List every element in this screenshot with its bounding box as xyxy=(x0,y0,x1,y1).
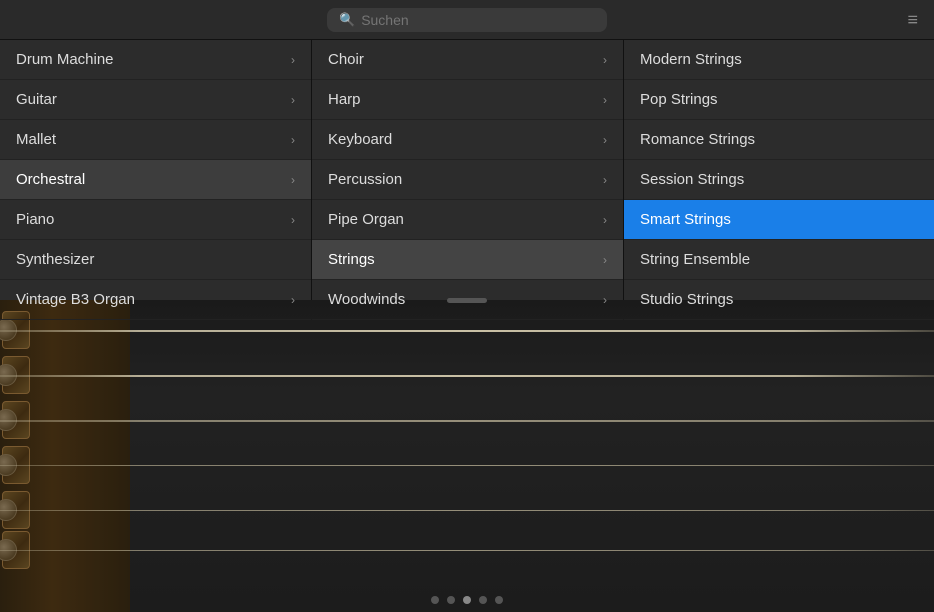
col2-item[interactable]: Choir › xyxy=(312,40,623,80)
search-icon: 🔍 xyxy=(339,12,355,28)
page-dot[interactable] xyxy=(463,596,471,604)
col2-menu: Choir›Harp›Keyboard›Percussion›Pipe Orga… xyxy=(312,40,624,300)
menu-overlay: Drum Machine›Guitar›Mallet›Orchestral›Pi… xyxy=(0,40,934,300)
search-bar: 🔍 ≡ xyxy=(0,0,934,40)
col3-item[interactable]: Smart Strings xyxy=(624,200,934,240)
chevron-icon: › xyxy=(603,213,607,227)
col1-item-label: Orchestral xyxy=(16,171,85,188)
chevron-icon: › xyxy=(291,133,295,147)
col1-item-label: Guitar xyxy=(16,91,57,108)
col3-item-label: Smart Strings xyxy=(640,211,731,228)
chevron-icon: › xyxy=(291,213,295,227)
col3-item[interactable]: String Ensemble xyxy=(624,240,934,280)
chevron-icon: › xyxy=(291,293,295,307)
drag-handle[interactable] xyxy=(447,298,487,303)
col1-item[interactable]: Drum Machine › xyxy=(0,40,311,80)
col3-menu: Modern Strings Pop Strings Romance Strings… xyxy=(624,40,934,300)
col3-item[interactable]: Studio Strings xyxy=(624,280,934,320)
col2-item-label: Keyboard xyxy=(328,131,392,148)
col3-item-label: String Ensemble xyxy=(640,251,750,268)
col3-item-label: Modern Strings xyxy=(640,51,742,68)
string-line xyxy=(0,375,934,377)
chevron-icon: › xyxy=(291,53,295,67)
col1-item-label: Vintage B3 Organ xyxy=(16,291,135,308)
string-line xyxy=(0,330,934,332)
menu-icon[interactable]: ≡ xyxy=(907,9,918,30)
col3-item[interactable]: Session Strings xyxy=(624,160,934,200)
col2-item[interactable]: Pipe Organ › xyxy=(312,200,623,240)
col1-item[interactable]: Orchestral › xyxy=(0,160,311,200)
col1-item-label: Synthesizer xyxy=(16,251,94,268)
string-line xyxy=(0,420,934,422)
col1-menu: Drum Machine›Guitar›Mallet›Orchestral›Pi… xyxy=(0,40,312,300)
chevron-icon: › xyxy=(603,93,607,107)
col3-item-label: Session Strings xyxy=(640,171,744,188)
col1-item[interactable]: Vintage B3 Organ › xyxy=(0,280,311,320)
col1-item[interactable]: Piano › xyxy=(0,200,311,240)
chevron-icon: › xyxy=(603,133,607,147)
page-dot[interactable] xyxy=(431,596,439,604)
col2-item[interactable]: Percussion › xyxy=(312,160,623,200)
col1-item-label: Drum Machine xyxy=(16,51,114,68)
col2-item[interactable]: Strings › xyxy=(312,240,623,280)
chevron-icon: › xyxy=(291,173,295,187)
col2-item-label: Percussion xyxy=(328,171,402,188)
col2-item[interactable]: Keyboard › xyxy=(312,120,623,160)
col1-item-label: Piano xyxy=(16,211,54,228)
string-line xyxy=(0,465,934,466)
page-dot[interactable] xyxy=(479,596,487,604)
col3-item[interactable]: Romance Strings xyxy=(624,120,934,160)
col2-item-label: Pipe Organ xyxy=(328,211,404,228)
bottom-dots xyxy=(0,596,934,604)
col2-item-label: Harp xyxy=(328,91,361,108)
search-input-wrapper[interactable]: 🔍 xyxy=(327,8,607,32)
string-line xyxy=(0,550,934,551)
page-dot[interactable] xyxy=(495,596,503,604)
chevron-icon: › xyxy=(291,93,295,107)
col1-item-label: Mallet xyxy=(16,131,56,148)
instrument-background xyxy=(0,300,934,612)
col2-item-label: Strings xyxy=(328,251,375,268)
page-dot[interactable] xyxy=(447,596,455,604)
col1-item[interactable]: Guitar › xyxy=(0,80,311,120)
chevron-icon: › xyxy=(603,173,607,187)
col1-item[interactable]: Synthesizer xyxy=(0,240,311,280)
col3-item[interactable]: Modern Strings xyxy=(624,40,934,80)
col3-item-label: Studio Strings xyxy=(640,291,733,308)
col3-item-label: Romance Strings xyxy=(640,131,755,148)
col2-item-label: Choir xyxy=(328,51,364,68)
col2-item[interactable]: Harp › xyxy=(312,80,623,120)
chevron-icon: › xyxy=(603,293,607,307)
col2-item-label: Woodwinds xyxy=(328,291,405,308)
col3-item-label: Pop Strings xyxy=(640,91,718,108)
search-input[interactable] xyxy=(361,12,595,28)
col1-item[interactable]: Mallet › xyxy=(0,120,311,160)
chevron-icon: › xyxy=(603,253,607,267)
chevron-icon: › xyxy=(603,53,607,67)
string-line xyxy=(0,510,934,511)
col3-item[interactable]: Pop Strings xyxy=(624,80,934,120)
